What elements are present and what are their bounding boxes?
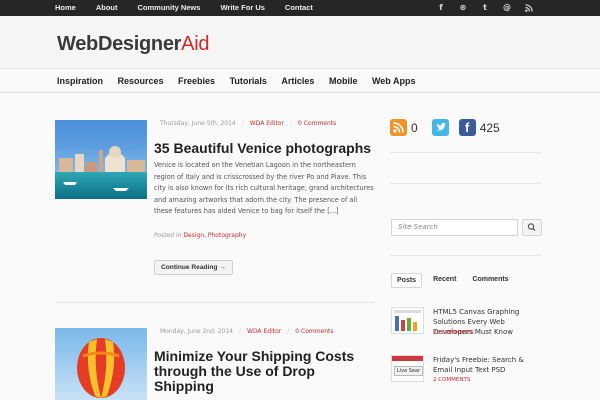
widget-post-title[interactable]: Friday's Freebie: Search & Email Input T… [433, 355, 545, 375]
rss-icon[interactable] [518, 0, 540, 16]
nav-freebies[interactable]: Freebies [178, 69, 215, 93]
topnav-home[interactable]: Home [55, 0, 76, 16]
post-author[interactable]: WDA Editor [247, 328, 281, 335]
nav-web-apps[interactable]: Web Apps [372, 69, 416, 93]
facebook-count: 425 [479, 120, 500, 135]
post-comments-link[interactable]: 0 Comments [298, 120, 336, 127]
tab-recent[interactable]: Recent [428, 273, 461, 288]
site-header: WebDesignerAid [0, 16, 600, 68]
post-author[interactable]: WDA Editor [250, 120, 284, 127]
post-excerpt: Venice is located on the Venetian Lagoon… [154, 161, 374, 215]
post-meta: Thursday, June 5th, 2014/WDA Editor/0 Co… [160, 120, 337, 127]
post-comments-link[interactable]: 0 Comments [295, 328, 333, 335]
widget-post-item[interactable]: HTML5 Canvas Graphing Solutions Every We… [391, 307, 543, 339]
topnav-contact[interactable]: Contact [285, 0, 313, 16]
post-date: Monday, June 2nd, 2014 [160, 328, 233, 335]
widget-post-comments[interactable]: 23 COMMENTS [433, 330, 474, 336]
post-categories: Posted in Design, Photography [154, 232, 246, 239]
facebook-icon[interactable]: f [430, 0, 452, 16]
post-thumbnail-balloon[interactable] [55, 328, 147, 400]
dribbble-icon[interactable]: ⊛ [452, 0, 474, 16]
main-nav: Inspiration Resources Freebies Tutorials… [0, 68, 600, 93]
nav-resources[interactable]: Resources [118, 69, 164, 93]
sidebar-divider [390, 183, 542, 184]
main-nav-list: Inspiration Resources Freebies Tutorials… [57, 69, 430, 93]
sidebar-tabs: Posts Recent Comments [391, 273, 520, 288]
rss-icon[interactable] [390, 119, 407, 136]
widget-post-comments[interactable]: 2 COMMENTS [433, 377, 470, 383]
topnav-community-news[interactable]: Community News [138, 0, 201, 16]
post-venice: Thursday, June 5th, 2014/WDA Editor/0 Co… [55, 120, 375, 280]
tab-comments[interactable]: Comments [467, 273, 513, 288]
topnav-about[interactable]: About [96, 0, 118, 16]
post-title-line: Shipping [154, 378, 214, 394]
post-thumbnail-venice[interactable] [55, 120, 147, 199]
post-title-line: Minimize Your Shipping Costs [154, 348, 355, 364]
top-bar: Home About Community News Write For Us C… [0, 0, 600, 16]
post-title[interactable]: 35 Beautiful Venice photographs [154, 141, 371, 156]
logo-part-aid: Aid [181, 33, 210, 55]
search-button[interactable] [522, 219, 542, 236]
nav-articles[interactable]: Articles [281, 69, 314, 93]
social-counters: 0 f 425 [390, 119, 514, 136]
widget-post-thumbnail[interactable]: Live Sear [391, 355, 424, 382]
rss-count: 0 [411, 120, 418, 135]
tab-posts[interactable]: Posts [391, 273, 423, 288]
nav-tutorials[interactable]: Tutorials [230, 69, 267, 93]
posted-in-label: Posted in [154, 232, 182, 239]
top-social-icons: f ⊛ t @ [430, 0, 540, 16]
nav-inspiration[interactable]: Inspiration [57, 69, 103, 93]
top-nav: Home About Community News Write For Us C… [55, 0, 333, 16]
email-icon[interactable]: @ [496, 0, 518, 16]
widget-post-item[interactable]: Live Sear Friday's Freebie: Search & Ema… [391, 355, 543, 385]
post-meta: Monday, June 2nd, 2014/WDA Editor/0 Comm… [160, 328, 334, 335]
site-logo[interactable]: WebDesignerAid [57, 33, 209, 56]
nav-mobile[interactable]: Mobile [329, 69, 358, 93]
topnav-write-for-us[interactable]: Write For Us [220, 0, 264, 16]
search-icon [527, 223, 536, 231]
post-divider [55, 302, 375, 303]
post-title-line: through the Use of Drop [154, 363, 315, 379]
tumblr-icon[interactable]: t [474, 0, 496, 16]
post-date: Thursday, June 5th, 2014 [160, 120, 236, 127]
widget-post-thumbnail[interactable] [391, 307, 424, 334]
twitter-icon[interactable] [431, 119, 449, 136]
sidebar-divider [390, 255, 542, 256]
post-drop-shipping: Monday, June 2nd, 2014/WDA Editor/0 Comm… [55, 328, 375, 400]
post-category-links[interactable]: Design, Photography [183, 232, 246, 239]
continue-reading-button[interactable]: Continue Reading → [154, 260, 233, 275]
site-search-input[interactable]: Site Search [391, 219, 518, 236]
sidebar-divider [390, 152, 542, 153]
facebook-icon[interactable]: f [458, 119, 476, 136]
post-title[interactable]: Minimize Your Shipping Costs through the… [154, 349, 354, 394]
logo-part-webdesigner: WebDesigner [57, 33, 182, 55]
widget-thumb-text: Live Sear [394, 366, 423, 376]
